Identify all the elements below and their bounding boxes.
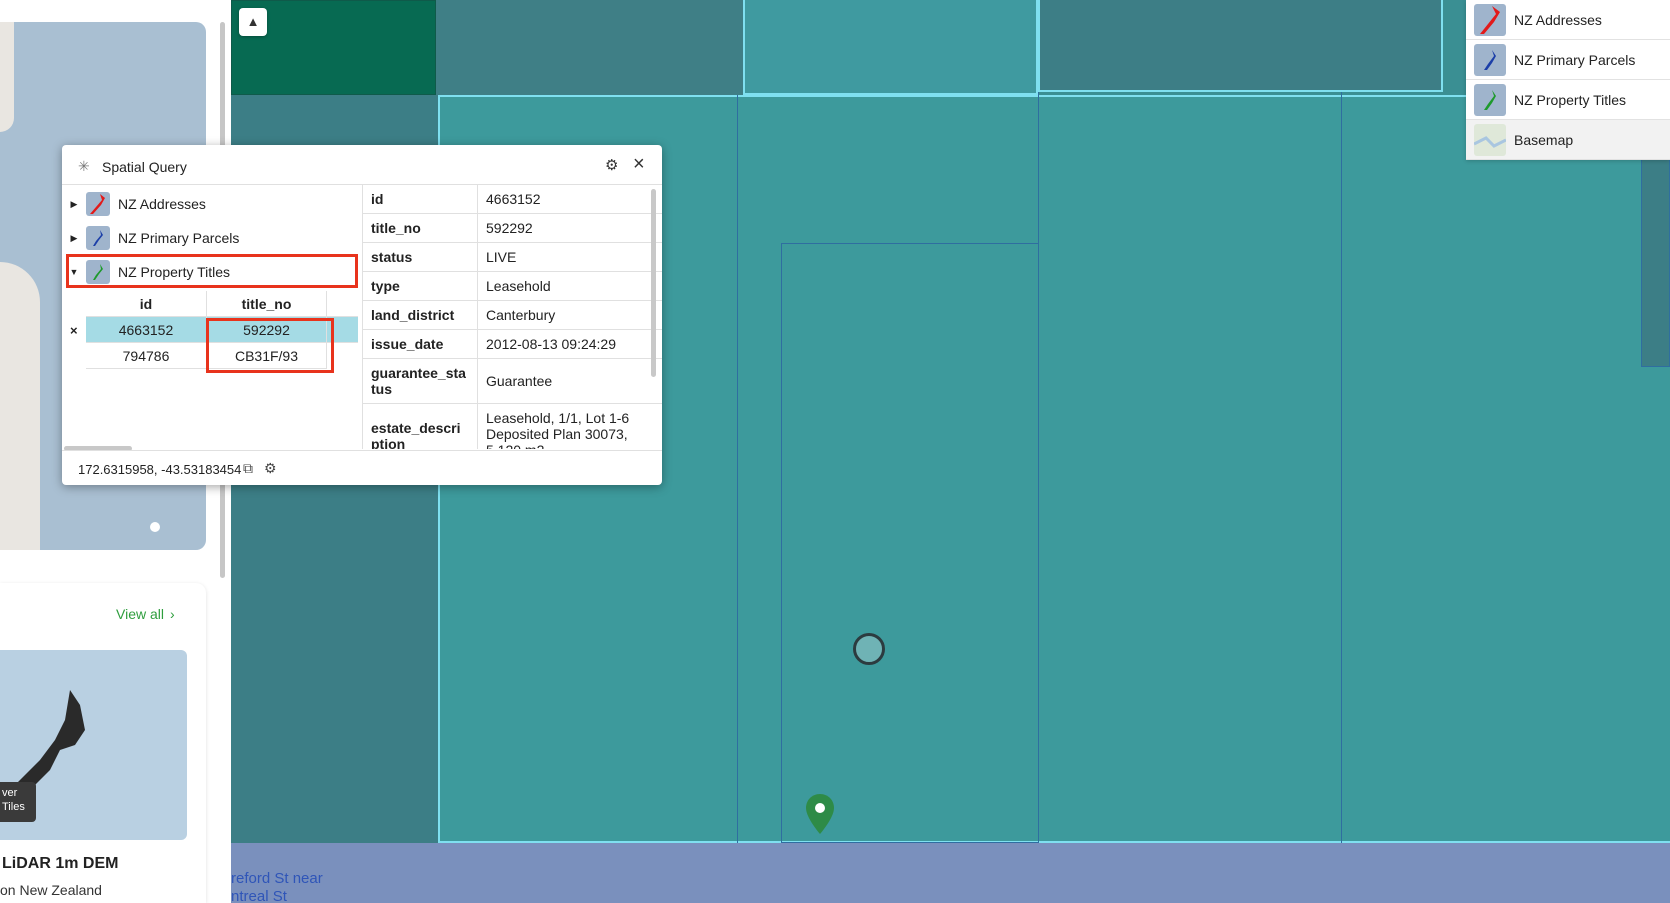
close-icon[interactable]: × <box>633 153 645 176</box>
nz-primary-parcels-icon <box>86 226 110 250</box>
remove-row-icon[interactable]: × <box>70 323 78 338</box>
annotation-highlight-box <box>206 318 334 373</box>
nz-primary-parcels-icon <box>1474 43 1506 76</box>
tree-item-nz-addresses[interactable]: ▶ NZ Addresses <box>62 187 362 221</box>
attribute-value: Canterbury <box>486 307 556 323</box>
layer-item-basemap[interactable]: Basemap <box>1466 120 1670 160</box>
attributes-vertical-scrollbar[interactable] <box>651 189 656 377</box>
chevron-right-icon: › <box>170 606 175 622</box>
attribute-key: guarantee_status <box>363 359 478 403</box>
parcel-inner-lot <box>781 243 1039 843</box>
attribute-value: Leasehold <box>486 278 551 294</box>
column-header-id[interactable]: id <box>86 291 207 317</box>
tree-item-label: NZ Primary Parcels <box>118 230 240 246</box>
copy-icon[interactable]: ⧉ <box>243 460 253 477</box>
attribute-row: issue_date 2012-08-13 09:24:29 <box>363 330 662 359</box>
layer-item-label: NZ Addresses <box>1514 11 1602 28</box>
table-header-row: id title_no <box>86 291 358 317</box>
tree-item-nz-primary-parcels[interactable]: ▶ NZ Primary Parcels <box>62 221 362 255</box>
gear-icon[interactable]: ⚙ <box>605 156 618 174</box>
parcel-tile <box>1038 0 1443 92</box>
road-label-line-1: reford St near <box>231 870 323 887</box>
attribute-row: title_no 592292 <box>363 214 662 243</box>
parcel-line <box>737 95 738 843</box>
road-label: reford St near ntreal St <box>231 870 323 903</box>
gear-icon[interactable]: ⚙ <box>264 460 277 477</box>
attribute-key: estate_description <box>363 404 478 449</box>
attribute-row: status LIVE <box>363 243 662 272</box>
layer-item-label: NZ Property Titles <box>1514 91 1627 108</box>
view-all-link[interactable]: View all › <box>116 606 175 622</box>
basemap-icon <box>1474 123 1506 156</box>
road-label-line-2: ntreal St <box>231 888 287 903</box>
column-header-extra <box>327 291 358 317</box>
attribute-key: status <box>363 243 478 271</box>
tree-item-label: NZ Addresses <box>118 196 206 212</box>
cell-id: 794786 <box>86 343 207 369</box>
parcel-line <box>1341 92 1342 843</box>
column-header-title-no[interactable]: title_no <box>207 291 327 317</box>
attribute-value: Guarantee <box>486 373 553 389</box>
nz-addresses-icon <box>1474 3 1506 36</box>
attributes-panel: id 4663152 title_no 592292 status LIVE t… <box>362 185 662 449</box>
dialog-title: Spatial Query <box>102 159 187 175</box>
cell-id: 4663152 <box>86 317 207 343</box>
attribute-row: guarantee_status Guarantee <box>363 359 662 404</box>
attribute-value: LIVE <box>486 249 517 265</box>
attribute-row: land_district Canterbury <box>363 301 662 330</box>
dataset-badge: ver Tiles <box>0 782 36 822</box>
attribute-key: type <box>363 272 478 300</box>
north-arrow-button[interactable]: ▲ <box>239 8 267 36</box>
cursor-click-icon: ✳ <box>78 158 90 174</box>
map-pin-icon[interactable] <box>806 794 834 834</box>
attribute-row: estate_description Leasehold, 1/1, Lot 1… <box>363 404 662 449</box>
attribute-key: title_no <box>363 214 478 242</box>
road <box>231 843 1670 903</box>
attribute-row: type Leasehold <box>363 272 662 301</box>
coordinates-readout: 172.6315958, -43.53183454 <box>78 462 242 477</box>
attribute-key: land_district <box>363 301 478 329</box>
query-location-marker[interactable] <box>853 633 885 665</box>
dataset-subtitle: on New Zealand <box>0 882 102 898</box>
attribute-key: issue_date <box>363 330 478 358</box>
nz-addresses-icon <box>86 192 110 216</box>
dataset-title[interactable]: LiDAR 1m DEM <box>2 855 118 873</box>
attribute-value: 4663152 <box>486 191 541 207</box>
attribute-value: 592292 <box>486 220 533 236</box>
layer-item-label: NZ Primary Parcels <box>1514 51 1636 68</box>
dialog-header: ✳ Spatial Query ⚙ × <box>62 145 662 185</box>
dialog-footer: 172.6315958, -43.53183454 ⧉ ⚙ <box>62 450 662 485</box>
annotation-highlight-box <box>66 254 358 288</box>
attribute-key: id <box>363 185 478 213</box>
layer-item-label: Basemap <box>1514 131 1574 148</box>
layer-item-nz-addresses[interactable]: NZ Addresses <box>1466 0 1670 40</box>
layer-item-nz-primary-parcels[interactable]: NZ Primary Parcels <box>1466 40 1670 80</box>
caret-right-icon[interactable]: ▶ <box>62 233 86 244</box>
spatial-query-dialog: ✳ Spatial Query ⚙ × ▶ NZ Addresses ▶ NZ … <box>62 145 662 485</box>
attribute-value: 2012-08-13 09:24:29 <box>486 336 616 352</box>
layer-item-nz-property-titles[interactable]: NZ Property Titles <box>1466 80 1670 120</box>
parcel-tile <box>743 0 1038 95</box>
attribute-value: Leasehold, 1/1, Lot 1-6 Deposited Plan 3… <box>486 410 630 449</box>
attribute-row: id 4663152 <box>363 185 662 214</box>
view-all-label: View all <box>116 606 164 622</box>
nz-property-titles-icon <box>1474 83 1506 116</box>
layer-list: NZ Addresses NZ Primary Parcels NZ Prope… <box>1466 0 1670 160</box>
caret-right-icon[interactable]: ▶ <box>62 199 86 210</box>
